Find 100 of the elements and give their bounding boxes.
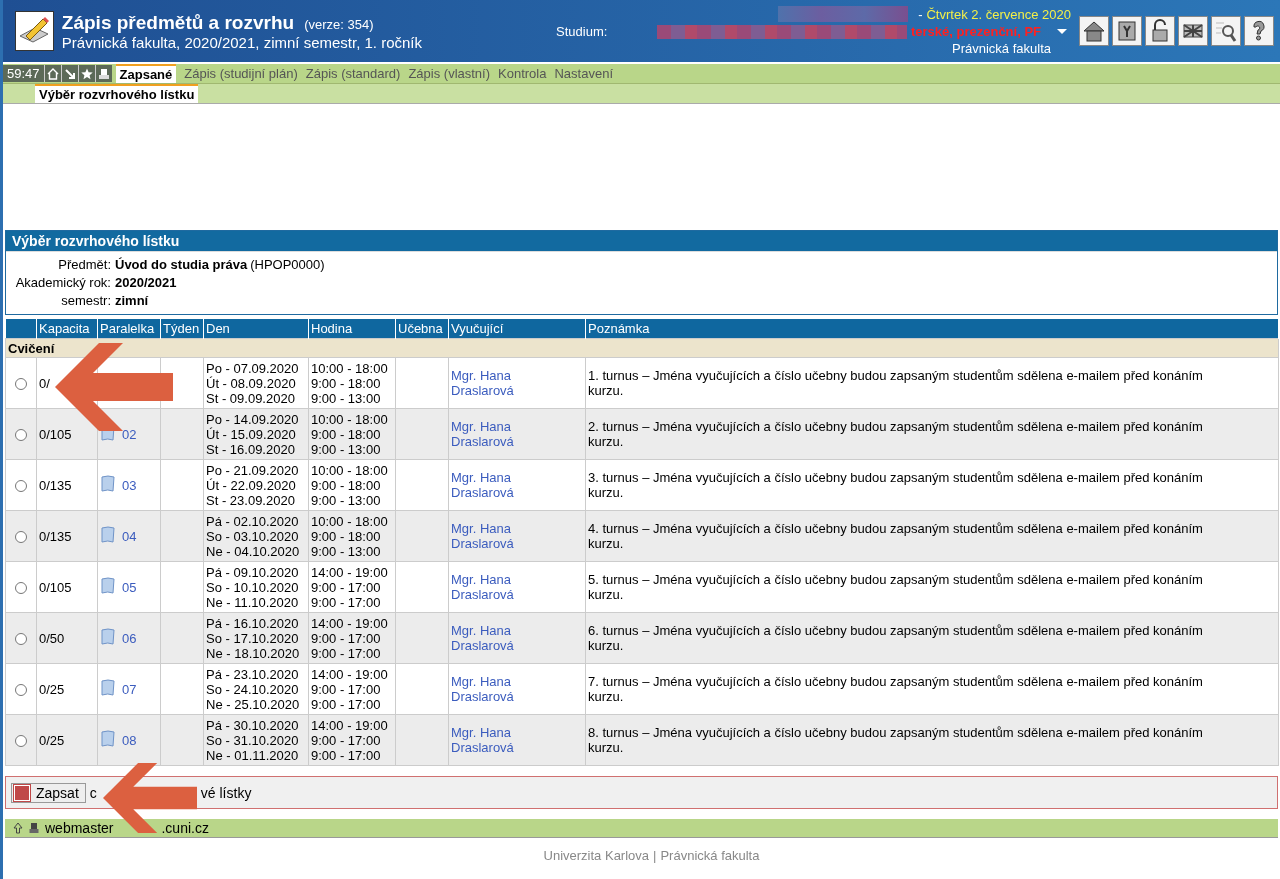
radio-button[interactable]	[15, 735, 27, 748]
separator-text: |	[653, 848, 657, 863]
document-icon	[100, 678, 116, 697]
hour-text: 9:00 - 13:00	[311, 390, 382, 406]
enroll-button[interactable]: Zapsat	[11, 782, 86, 803]
column-header: Týden	[160, 319, 204, 339]
hour-text: 9:00 - 17:00	[311, 696, 382, 712]
table-cell: 0/25	[36, 714, 98, 766]
day-text: Út - 08.09.2020	[206, 375, 297, 391]
note-cell: 1. turnus – Jména vyučujících a číslo učebny budou zapsaným studentům sdělena e-mailem před konáním kurzu.	[585, 357, 1279, 409]
note-cell: 7. turnus – Jména vyučujících a číslo učebny budou zapsaným studentům sdělena e-mailem před konáním kurzu.	[585, 663, 1279, 715]
day-text: Pá - 30.10.2020	[206, 717, 300, 733]
hour-text: 9:00 - 17:00	[311, 645, 382, 661]
hour-text: 10:00 - 18:00	[311, 513, 389, 529]
date-label: Čtvrtek 2. července 2020	[926, 6, 1071, 22]
field-label: Akademický rok:	[14, 274, 111, 292]
note-cell: 2. turnus – Jména vyučujících a číslo učebny budou zapsaným studentům sdělena e-mailem před konáním kurzu.	[585, 408, 1279, 460]
hour-text: 9:00 - 17:00	[311, 681, 382, 697]
parallel-link[interactable]: 07	[122, 681, 137, 697]
field-value: 2020/2021	[115, 274, 177, 292]
note-cell: 6. turnus – Jména vyučujících a číslo učebny budou zapsaným studentům sdělena e-mailem před konáním kurzu.	[585, 612, 1279, 664]
column-header: Hodina	[308, 319, 396, 339]
dictionary-icon[interactable]	[1211, 16, 1241, 46]
email-link[interactable]: .cuni.cz	[161, 820, 209, 836]
day-text: Po - 21.09.2020	[206, 462, 300, 478]
print-icon[interactable]	[29, 822, 39, 834]
day-text: Po - 14.09.2020	[206, 411, 300, 427]
note-cell: 5. turnus – Jména vyučujících a číslo učebny budou zapsaným studentům sdělena e-mailem před konáním kurzu.	[585, 561, 1279, 613]
footer-link[interactable]: Univerzita Karlova	[543, 848, 650, 863]
flag-icon[interactable]	[1178, 16, 1208, 46]
column-header: Vyučující	[448, 319, 586, 339]
hour-text: 10:00 - 18:00	[311, 411, 389, 427]
day-text: Po - 07.09.2020	[206, 360, 300, 376]
menu-tab[interactable]: Zapsané	[115, 64, 177, 83]
action-text: c	[89, 784, 97, 801]
hour-text: 9:00 - 13:00	[311, 543, 382, 559]
hour-text: 9:00 - 13:00	[311, 492, 382, 508]
hour-text: 14:00 - 19:00	[311, 615, 389, 631]
radio-button[interactable]	[15, 684, 27, 697]
house-icon[interactable]	[1079, 16, 1109, 46]
table-cell: 0/105	[36, 561, 98, 613]
day-text: Pá - 02.10.2020	[206, 513, 300, 529]
radio-button[interactable]	[15, 429, 27, 442]
radio-button[interactable]	[15, 633, 27, 646]
column-header: Poznámka	[585, 319, 1279, 339]
menu-tab[interactable]: Zápis (vlastní)	[404, 64, 495, 83]
day-text: Pá - 09.10.2020	[206, 564, 300, 580]
day-text: Ne - 18.10.2020	[206, 645, 301, 661]
hour-text: 10:00 - 18:00	[311, 360, 389, 376]
parallel-link[interactable]: 05	[122, 579, 137, 595]
help-icon[interactable]	[1244, 16, 1274, 46]
context-subtitle: Právnická fakulta, 2020/2021, zimní semestr, 1. ročník	[61, 33, 424, 51]
faculty-label: Právnická fakulta	[952, 41, 1051, 56]
radio-button[interactable]	[15, 531, 27, 544]
day-text: Ne - 04.10.2020	[206, 543, 301, 559]
tools-icon[interactable]	[1112, 16, 1142, 46]
note-cell: 3. turnus – Jména vyučujících a číslo učebny budou zapsaným studentům sdělena e-mailem před konáním kurzu.	[585, 459, 1279, 511]
caret-icon[interactable]	[1057, 29, 1067, 34]
menu-tab[interactable]: Zápis (standard)	[301, 64, 405, 83]
date-dash: -	[918, 6, 923, 22]
padlock-icon[interactable]	[1145, 16, 1175, 46]
field-value: Úvod do studia práva	[115, 256, 248, 274]
hour-text: 9:00 - 17:00	[311, 747, 382, 763]
day-text: St - 16.09.2020	[206, 441, 296, 457]
note-cell: 8. turnus – Jména vyučujících a číslo učebny budou zapsaným studentům sdělena e-mailem před konáním kurzu.	[585, 714, 1279, 766]
parallel-link[interactable]: 06	[122, 630, 137, 646]
hour-text: 9:00 - 17:00	[311, 732, 382, 748]
menu-tab[interactable]: Nastavení	[550, 64, 617, 83]
day-text: Út - 15.09.2020	[206, 426, 297, 442]
hour-text: 9:00 - 18:00	[311, 477, 382, 493]
radio-button[interactable]	[15, 378, 27, 391]
day-text: Út - 22.09.2020	[206, 477, 297, 493]
table-cell: 0/50	[36, 612, 98, 664]
parallel-link[interactable]: 08	[122, 732, 137, 748]
app-title: Zápis předmětů a rozvrhu	[61, 11, 295, 34]
column-header: Den	[203, 319, 309, 339]
radio-button[interactable]	[15, 480, 27, 493]
email-link[interactable]: webmaster	[45, 820, 114, 836]
day-text: So - 31.10.2020	[206, 732, 300, 748]
day-text: So - 17.10.2020	[206, 630, 300, 646]
action-text: vé lístky	[200, 784, 252, 801]
studium-label: Studium:	[556, 23, 608, 39]
menu-tab[interactable]: Zápis (studijní plán)	[180, 64, 302, 83]
parallel-link[interactable]: 03	[122, 477, 137, 493]
up-arrow-icon[interactable]	[13, 822, 23, 834]
panel-title: Výběr rozvrhového lístku	[6, 231, 1277, 251]
field-label: semestr:	[60, 292, 111, 310]
day-text: So - 03.10.2020	[206, 528, 300, 544]
column-header: Kapacita	[36, 319, 98, 339]
menu-tab[interactable]: Kontrola	[494, 64, 551, 83]
hour-text: 14:00 - 19:00	[311, 564, 389, 580]
sub-tab[interactable]: Výběr rozvrhového lístku	[35, 84, 199, 103]
footer-link[interactable]: Právnická fakulta	[660, 848, 760, 863]
radio-button[interactable]	[15, 582, 27, 595]
hour-text: 9:00 - 18:00	[311, 528, 382, 544]
parallel-link[interactable]: 04	[122, 528, 137, 544]
hour-text: 10:00 - 18:00	[311, 462, 389, 478]
column-header: Paralelka	[97, 319, 161, 339]
parallel-link[interactable]: 02	[122, 426, 137, 442]
day-text: Pá - 23.10.2020	[206, 666, 300, 682]
